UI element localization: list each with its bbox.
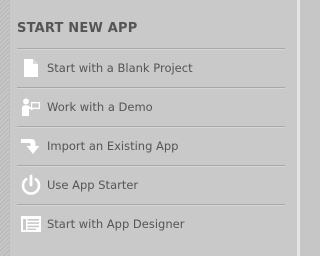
presenter-icon — [20, 96, 42, 118]
start-blank-project-item[interactable]: Start with a Blank Project — [17, 48, 285, 87]
power-icon — [20, 174, 42, 196]
import-arrow-icon — [20, 135, 42, 157]
use-app-starter-label: Use App Starter — [47, 178, 139, 192]
import-existing-app-label: Import an Existing App — [47, 139, 179, 153]
panel-title: START NEW APP — [17, 21, 138, 36]
work-with-demo-label: Work with a Demo — [47, 100, 153, 114]
panel-right-edge — [297, 0, 300, 256]
start-app-designer-item[interactable]: Start with App Designer — [17, 204, 285, 243]
import-existing-app-item[interactable]: Import an Existing App — [17, 126, 285, 165]
start-blank-project-label: Start with a Blank Project — [47, 61, 193, 75]
start-new-app-panel: START NEW APP Start with a Blank Project — [0, 0, 300, 256]
blank-document-icon — [20, 57, 42, 79]
designer-window-icon — [20, 213, 42, 235]
start-options-list: Start with a Blank Project Work with a D… — [17, 48, 285, 243]
work-with-demo-item[interactable]: Work with a Demo — [17, 87, 285, 126]
use-app-starter-item[interactable]: Use App Starter — [17, 165, 285, 204]
start-app-designer-label: Start with App Designer — [47, 217, 185, 231]
panel-left-texture — [0, 0, 10, 256]
